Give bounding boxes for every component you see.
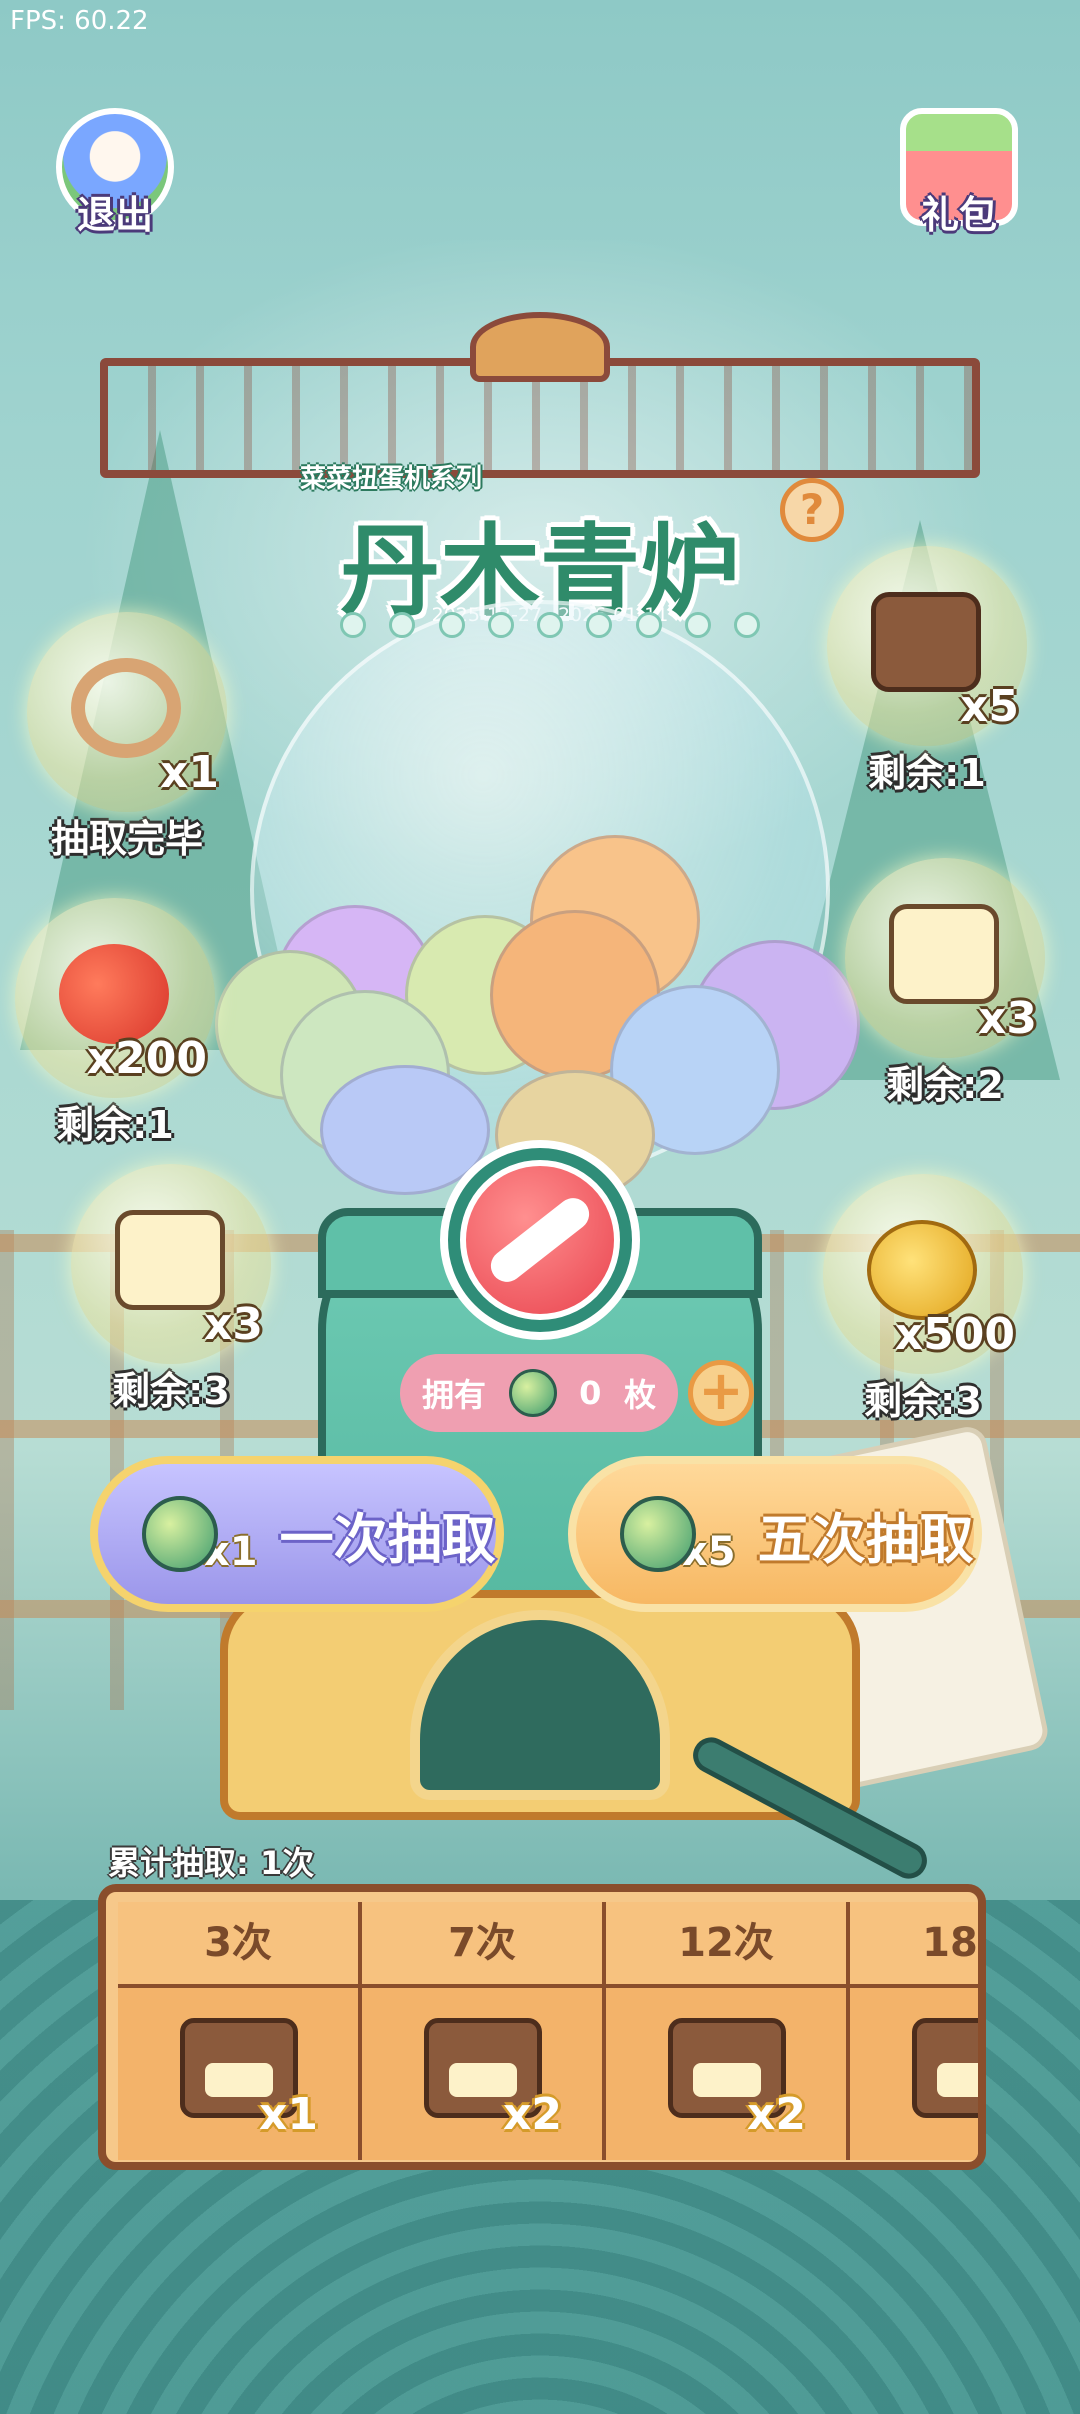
gift-pack-button[interactable]: 礼包 — [894, 108, 1024, 248]
prize-qty: x3 — [978, 993, 1037, 1044]
prize-qty: x1 — [160, 747, 219, 798]
jade-token-icon — [508, 1369, 557, 1417]
milestone-qty: x2 — [747, 2089, 806, 2140]
exit-button[interactable]: 退出 — [50, 108, 180, 248]
prize-crown-box[interactable]: x3 剩余:2 — [840, 858, 1050, 1109]
fps-counter: FPS: 60.22 — [10, 6, 149, 36]
five-draw-button[interactable]: x5 五次抽取 — [568, 1456, 982, 1612]
milestone-reward: x2 — [362, 1988, 602, 2160]
prize-bubble: x5 — [827, 546, 1027, 746]
prize-apples[interactable]: x200 剩余:1 — [10, 898, 220, 1149]
five-draw-label: 五次抽取 — [757, 1507, 974, 1571]
apple-icon — [59, 944, 169, 1044]
prize-status: 剩余:3 — [112, 1369, 230, 1413]
lantern — [438, 612, 465, 638]
exit-label: 退出 — [76, 193, 153, 237]
frame-crest-ornament — [470, 312, 610, 382]
prize-qty: x200 — [86, 1033, 207, 1084]
prize-status: 剩余:3 — [864, 1379, 982, 1423]
owned-unit: 枚 — [623, 1376, 656, 1414]
single-draw-button[interactable]: x1 一次抽取 — [90, 1456, 504, 1612]
milestone-cell[interactable]: 12次 x2 — [606, 1902, 850, 2160]
lantern — [586, 612, 613, 638]
milestone-count: 12次 — [606, 1902, 846, 1988]
owned-currency-pill: 拥有 0 枚 — [400, 1354, 678, 1432]
milestone-reward: x2 — [850, 1988, 978, 2160]
prize-coins[interactable]: x500 剩余:3 — [818, 1174, 1028, 1425]
crown-box-icon — [889, 904, 999, 1004]
lantern — [537, 612, 563, 638]
chest-icon — [912, 2018, 978, 2118]
prize-bubble: x500 — [823, 1174, 1023, 1374]
ring-frame-icon — [71, 658, 181, 758]
milestone-cell[interactable]: 18次 x2 — [850, 1902, 978, 2160]
prize-qty: x5 — [960, 681, 1019, 732]
lantern — [340, 612, 366, 638]
lantern — [389, 612, 416, 638]
prize-sprout-box[interactable]: x3 剩余:3 — [66, 1164, 276, 1415]
prize-bubble: x1 — [27, 612, 227, 812]
lantern — [734, 612, 760, 638]
coin-pile-icon — [867, 1220, 977, 1320]
prize-qty: x3 — [204, 1299, 263, 1350]
gift-label: 礼包 — [920, 193, 997, 237]
jade-token-icon — [142, 1496, 218, 1572]
prize-qty: x500 — [894, 1309, 1015, 1360]
milestone-track[interactable]: 3次 x1 7次 x2 12次 x2 18次 x2 — [118, 1902, 978, 2160]
prize-ring-frame[interactable]: x1 抽取完毕 — [22, 612, 232, 863]
sprout-box-icon — [115, 1210, 225, 1310]
prize-bubble: x200 — [15, 898, 215, 1098]
single-draw-label: 一次抽取 — [279, 1507, 496, 1571]
prize-status: 剩余:1 — [868, 751, 986, 795]
lantern — [684, 612, 711, 638]
chest-icon — [871, 592, 981, 692]
milestone-qty: x2 — [503, 2089, 562, 2140]
help-button[interactable]: ? — [780, 478, 844, 542]
milestone-count: 18次 — [850, 1902, 978, 1988]
milestone-reward: x2 — [606, 1988, 846, 2160]
prize-chest[interactable]: x5 剩余:1 — [822, 546, 1032, 797]
milestone-reward: x1 — [118, 1988, 358, 2160]
prize-status: 剩余:2 — [886, 1063, 1004, 1107]
prize-bubble: x3 — [845, 858, 1045, 1058]
milestone-count: 3次 — [118, 1902, 358, 1988]
lantern-row — [340, 612, 760, 638]
owned-label: 拥有 — [422, 1376, 487, 1414]
lantern — [635, 612, 662, 638]
cumulative-draws: 累计抽取: 1次 — [108, 1844, 315, 1882]
prize-status: 剩余:1 — [56, 1103, 174, 1147]
add-currency-button[interactable]: + — [688, 1360, 754, 1426]
prize-bubble: x3 — [71, 1164, 271, 1364]
lantern — [487, 612, 514, 638]
owned-count: 0 — [579, 1374, 602, 1412]
milestone-reward-board[interactable]: 3次 x1 7次 x2 12次 x2 18次 x2 — [98, 1884, 986, 2170]
milestone-count: 7次 — [362, 1902, 602, 1988]
jade-token-stack-icon — [620, 1496, 696, 1572]
milestone-qty: x1 — [259, 2089, 318, 2140]
milestone-cell[interactable]: 3次 x1 — [118, 1902, 362, 2160]
milestone-cell[interactable]: 7次 x2 — [362, 1902, 606, 2160]
prize-status: 抽取完毕 — [50, 817, 203, 861]
